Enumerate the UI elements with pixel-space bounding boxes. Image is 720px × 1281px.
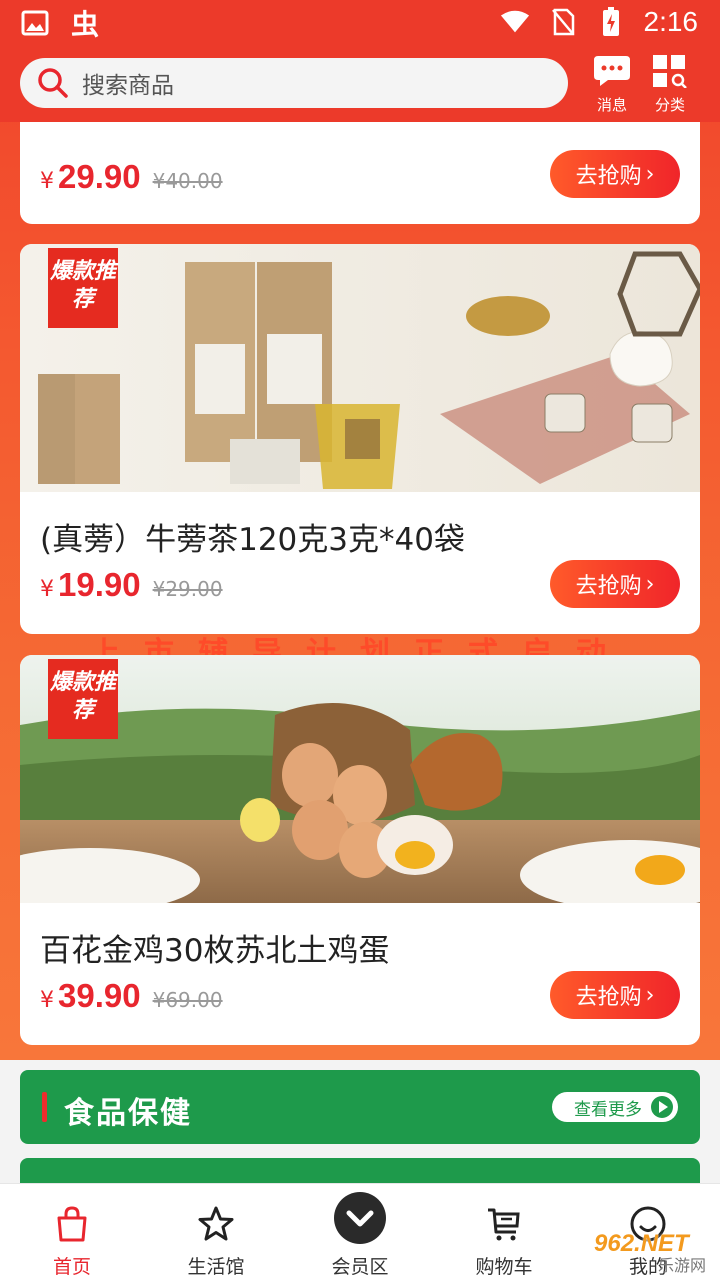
product-price: ¥ 19.90 ¥29.00 <box>40 566 223 604</box>
chevron-circle-icon <box>334 1192 386 1244</box>
hot-badge: 爆款推荐 <box>48 659 118 739</box>
play-circle-icon <box>651 1096 673 1118</box>
product-card[interactable]: 爆款推荐 百花金鸡30枚苏北土鸡蛋 ¥ 39.90 ¥69.00 去抢购 › <box>20 655 700 1045</box>
section-header-food-health: 食品保健 查看更多 <box>20 1070 700 1144</box>
chevron-right-icon: › <box>645 571 655 597</box>
buy-button[interactable]: 去抢购 › <box>550 971 680 1019</box>
watermark-brand: 962.NET <box>594 1230 689 1257</box>
nav-label: 生活馆 <box>187 1256 245 1278</box>
category-button[interactable]: 分类 <box>640 54 700 115</box>
buy-button[interactable]: 去抢购 › <box>550 560 680 608</box>
currency-symbol: ¥ <box>40 169 54 194</box>
nav-life-hall[interactable]: 生活馆 <box>144 1184 288 1281</box>
product-title: 百花金鸡30枚苏北土鸡蛋 <box>40 933 390 969</box>
currency-symbol: ¥ <box>40 577 54 602</box>
nav-cart[interactable]: 购物车 <box>432 1184 576 1281</box>
star-icon <box>198 1206 234 1241</box>
hot-badge: 爆款推荐 <box>48 248 118 328</box>
buy-button[interactable]: 去抢购 › <box>550 150 680 198</box>
status-bar: 虫 2:16 <box>0 0 720 50</box>
product-card[interactable]: 爆款推荐 (真蒡）牛蒡茶120克3克*40袋 ¥ 19.90 ¥29.00 去抢… <box>20 244 700 634</box>
product-image-eggs <box>20 655 700 903</box>
chevron-right-icon: › <box>645 982 655 1008</box>
nav-member-zone[interactable]: 会员区 <box>288 1184 432 1281</box>
messages-button[interactable]: 消息 <box>582 54 642 115</box>
product-price: ¥ 29.90 ¥40.00 <box>40 158 223 196</box>
original-price: ¥69.00 <box>152 988 223 1012</box>
search-placeholder: 搜索商品 <box>82 73 174 99</box>
cart-icon <box>488 1208 520 1241</box>
section-title: 食品保健 <box>64 1096 192 1131</box>
clock: 2:16 <box>643 6 699 37</box>
nav-label: 会员区 <box>331 1256 389 1278</box>
battery-charging-icon <box>596 7 626 37</box>
original-price: ¥29.00 <box>152 577 223 601</box>
product-title: (真蒡）牛蒡茶120克3克*40袋 <box>40 522 465 558</box>
app-header: 搜索商品 消息 分类 <box>0 50 720 122</box>
chevron-right-icon: › <box>645 161 655 187</box>
sale-price: 19.90 <box>58 566 141 603</box>
bag-icon <box>57 1206 87 1242</box>
currency-symbol: ¥ <box>40 988 54 1013</box>
original-price: ¥40.00 <box>152 169 223 193</box>
image-notification-icon <box>20 8 50 38</box>
sale-price: 29.90 <box>58 158 141 195</box>
buy-label: 去抢购 <box>575 985 642 1010</box>
product-image-burdock-tea <box>20 244 700 492</box>
search-icon <box>36 66 70 100</box>
section-accent-bar <box>42 1092 47 1122</box>
watermark-logo: 962.NET 乐游网 <box>594 1232 714 1278</box>
buy-label: 去抢购 <box>575 574 642 599</box>
see-more-button[interactable]: 查看更多 <box>552 1092 678 1122</box>
no-sim-icon <box>548 7 578 37</box>
wifi-icon <box>500 7 530 37</box>
see-more-label: 查看更多 <box>574 1099 642 1120</box>
app-notification-icon: 虫 <box>70 8 99 41</box>
message-icon <box>594 56 630 86</box>
sale-price: 39.90 <box>58 977 141 1014</box>
nav-label: 首页 <box>52 1256 91 1278</box>
product-price: ¥ 39.90 ¥69.00 <box>40 977 223 1015</box>
buy-label: 去抢购 <box>575 164 642 189</box>
search-bar[interactable]: 搜索商品 <box>20 58 568 108</box>
watermark-sub: 乐游网 <box>657 1256 706 1275</box>
nav-home[interactable]: 首页 <box>0 1184 144 1281</box>
grid-icon <box>653 55 687 89</box>
product-card[interactable]: ¥ 29.90 ¥40.00 去抢购 › <box>20 122 700 224</box>
category-label: 分类 <box>654 96 685 114</box>
messages-label: 消息 <box>596 96 627 114</box>
nav-label: 购物车 <box>475 1256 533 1278</box>
